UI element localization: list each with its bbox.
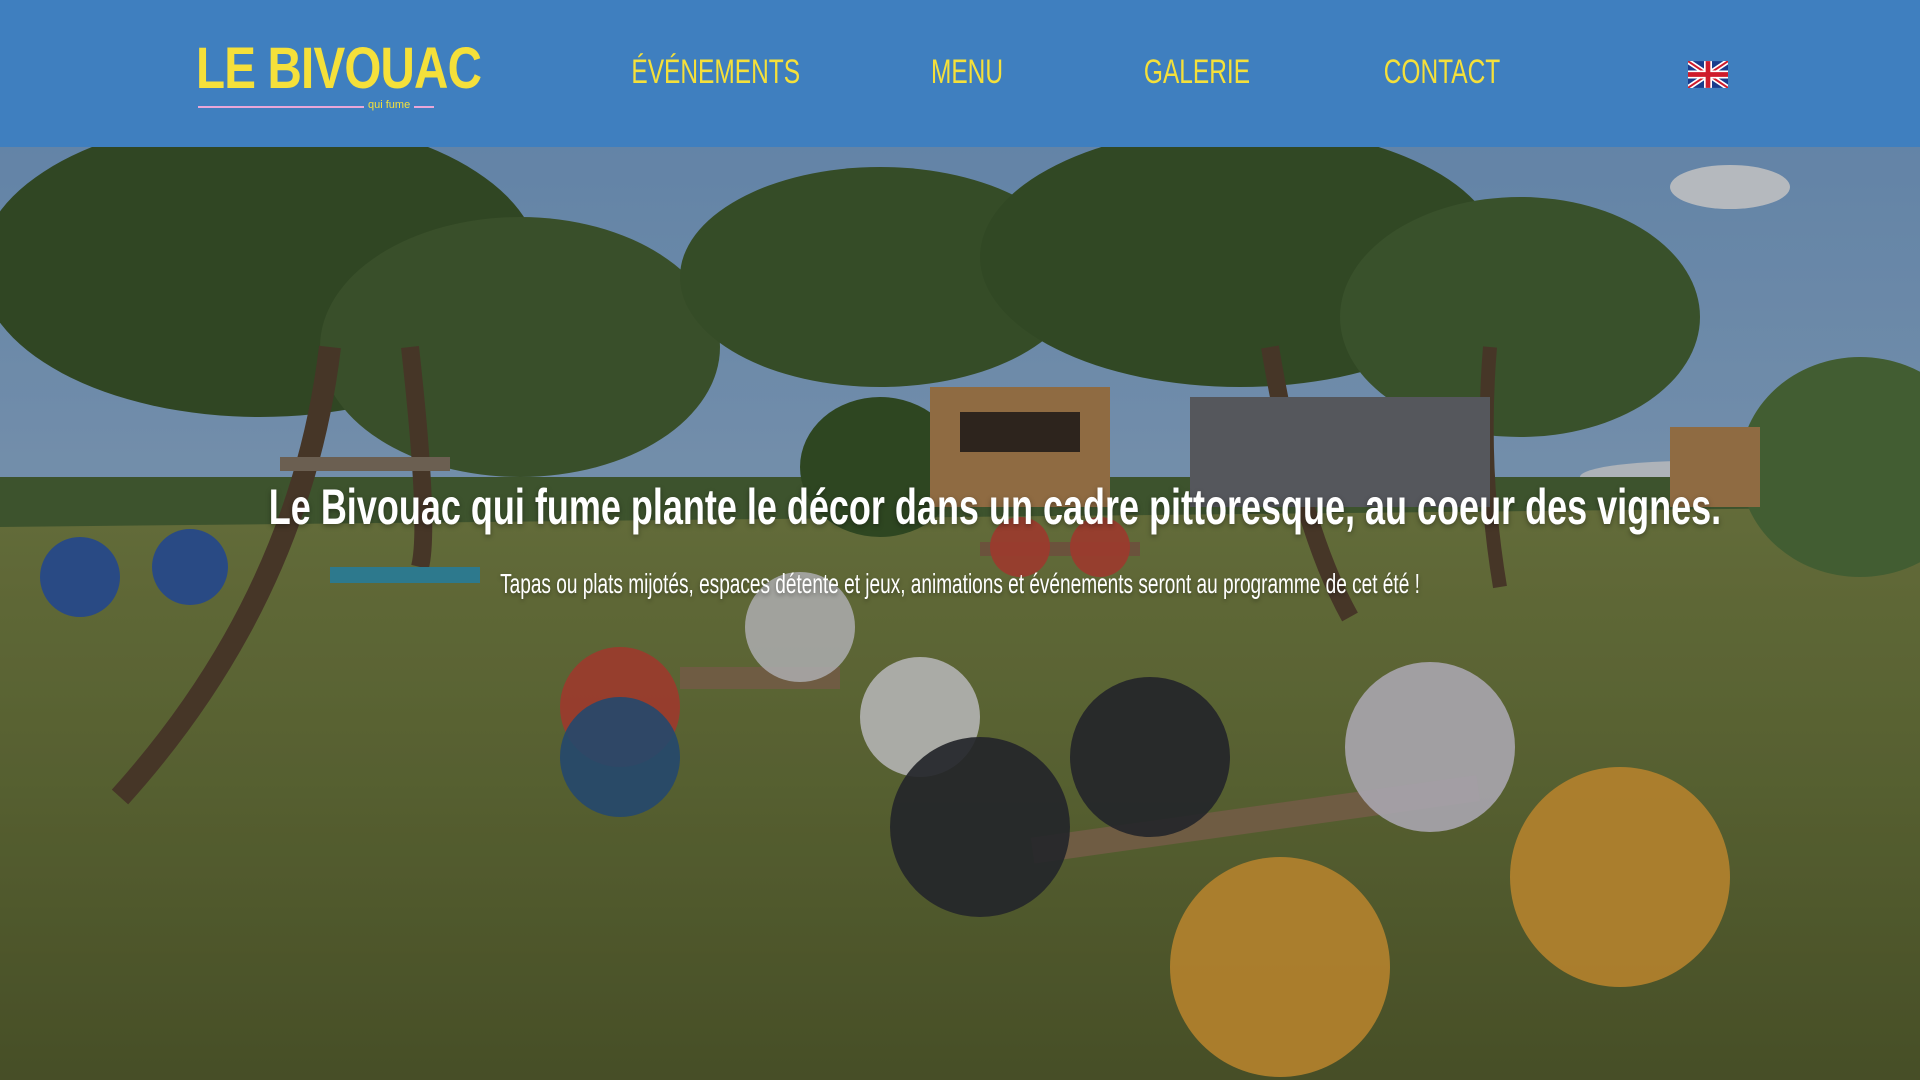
- site-logo[interactable]: LE BIVOUAC qui fume: [196, 20, 482, 115]
- uk-flag-icon[interactable]: [1688, 61, 1728, 88]
- nav-contact[interactable]: CONTACT: [1369, 52, 1516, 92]
- hero-dark-overlay: [0, 147, 1920, 1080]
- hero-section: Le Bivouac qui fume plante le décor dans…: [0, 147, 1920, 1080]
- logo-text: LE BIVOUAC: [196, 36, 482, 101]
- nav-menu[interactable]: MENU: [904, 52, 1029, 92]
- hero-title: Le Bivouac qui fume plante le décor dans…: [268, 479, 1722, 535]
- nav-evenements[interactable]: ÉVÉNEMENTS: [631, 52, 800, 92]
- site-header: LE BIVOUAC qui fume ÉVÉNEMENTS MENU GALE…: [0, 0, 1920, 147]
- logo-subtext: qui fume: [364, 99, 415, 112]
- hero-subtitle: Tapas ou plats mijotés, espaces détente …: [500, 568, 1420, 599]
- nav-galerie[interactable]: GALERIE: [1133, 52, 1261, 92]
